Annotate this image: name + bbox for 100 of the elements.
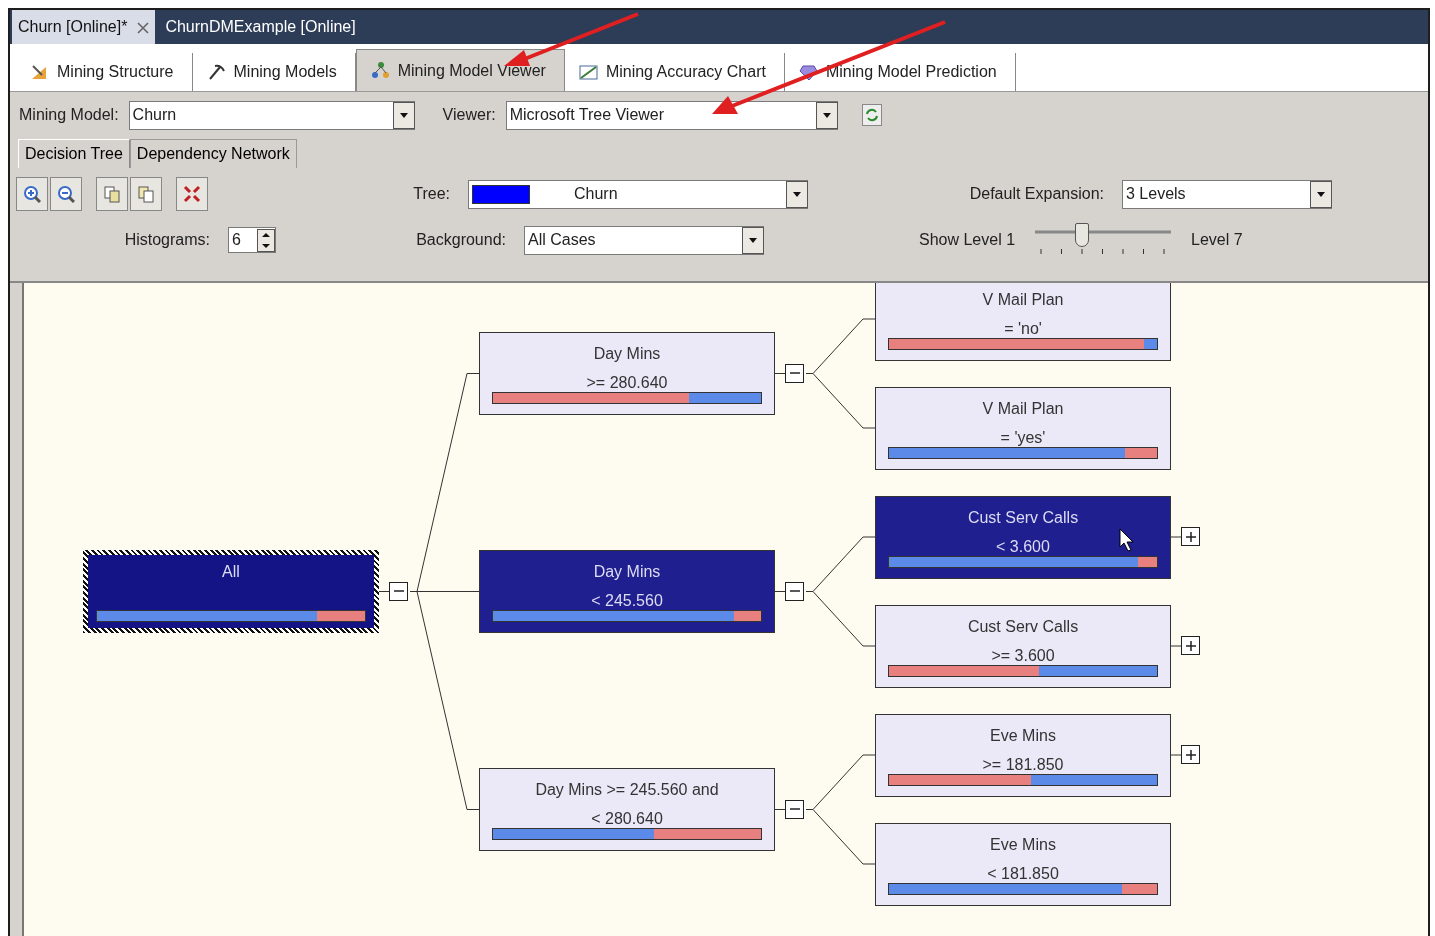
zoom-out-icon [57,185,75,203]
chart-icon [30,62,49,82]
tree-node[interactable]: Day Mins >= 280.640 [479,332,775,415]
expand-button[interactable] [1181,527,1200,546]
fit-button[interactable] [176,177,208,211]
dropdown-button[interactable] [1310,180,1332,208]
refresh-button[interactable] [861,104,882,126]
caret-icon [397,110,410,120]
field-label: Viewer: [442,105,496,125]
node-label: < 3.600 [996,536,1050,557]
viewer-dropdown[interactable]: Microsoft Tree Viewer [505,100,838,130]
node-label: >= 280.640 [586,373,668,393]
tree-node[interactable]: Eve Mins >= 181.850 [875,713,1171,797]
document-tab[interactable]: Churn [Online]* [12,10,156,44]
connector-line [1170,754,1182,756]
fit-icon [183,185,201,203]
node-label: Cust Serv Calls [967,616,1079,637]
view-tab[interactable]: Decision Tree [18,139,130,168]
connector-line [378,591,390,592]
tree-dropdown[interactable]: Churn [468,179,808,209]
collapse-button[interactable] [785,581,804,601]
designer-tab[interactable]: Mining Model Viewer [355,49,565,91]
field-label: Show Level 1 [919,230,1016,250]
slider-thumb[interactable] [1074,223,1089,247]
node-label: Day Mins [593,344,661,364]
zoom-in-icon [23,185,41,203]
spin-icon [257,228,275,252]
node-label: >= 181.850 [982,754,1064,775]
node-label: Cust Serv Calls [967,507,1079,528]
designer-tab[interactable]: Mining Models [192,53,356,91]
connector-line [1170,645,1182,647]
caret-icon [820,110,833,120]
tree-node[interactable]: Eve Mins < 181.850 [875,822,1171,906]
field-label: Default Expansion: [968,184,1104,204]
node-label: Day Mins [593,562,661,582]
caret-icon [1315,189,1327,199]
model-dropdown[interactable]: Churn [128,100,415,130]
node-label: V Mail Plan [982,398,1064,419]
tree-node[interactable]: Day Mins >= 245.560 and < 280.640 [479,768,775,851]
tree-node[interactable]: Day Mins < 245.560 [479,550,775,633]
tree-node[interactable]: Cust Serv Calls >= 3.600 [875,604,1171,688]
copy-graph-icon [137,185,155,203]
copy-icon [103,185,121,203]
histogram-spinner[interactable]: 6 [228,227,276,253]
mouse-cursor-icon [1119,528,1135,552]
plus-icon [1183,638,1198,653]
background-dropdown[interactable]: All Cases [524,225,764,255]
node-label: < 280.640 [591,809,663,829]
field-label: Tree: [412,184,450,204]
plus-icon [1183,529,1198,544]
node-label: < 181.850 [987,863,1059,884]
copy-button[interactable] [96,177,128,211]
dropdown-button[interactable] [815,101,838,129]
field-label: Background: [415,230,506,250]
expansion-dropdown[interactable]: 3 Levels [1122,179,1332,209]
document-tab[interactable]: ChurnDMExample [Online] [159,10,362,44]
zoom-out-button[interactable] [50,177,82,211]
connector-line [805,591,876,647]
connector-line [774,809,786,810]
node-label: All [222,562,240,582]
line-chart-icon [578,62,598,82]
dropdown-button[interactable] [392,101,415,129]
connector-line [805,809,876,865]
network-icon [370,61,390,80]
tree-node[interactable]: V Mail Plan = 'no' [875,283,1171,361]
field-label: Level 7 [1191,230,1243,250]
node-label: < 245.560 [591,591,663,611]
caret-icon [747,235,759,245]
designer-tab[interactable]: Mining Structure [16,53,193,91]
connector-line [805,373,876,429]
collapse-button[interactable] [785,363,804,383]
connector-line [1170,536,1182,538]
refresh-icon [863,106,880,124]
designer-tab[interactable]: Mining Accuracy Chart [564,53,785,91]
caret-icon [791,189,803,199]
node-label: >= 3.600 [991,645,1055,666]
node-label: Eve Mins [990,834,1056,855]
gem-icon [798,62,818,82]
collapse-button[interactable] [785,799,804,819]
dropdown-button[interactable] [786,180,808,208]
tree-node[interactable]: Cust Serv Calls < 3.600 [875,495,1171,579]
plus-icon [1183,747,1198,762]
node-label: V Mail Plan [982,289,1064,310]
field-label: Histograms: [123,230,210,250]
tree-node[interactable]: V Mail Plan = 'yes' [875,386,1171,470]
zoom-in-button[interactable] [16,177,48,211]
node-label: = 'no' [1004,318,1042,339]
expand-button[interactable] [1181,745,1200,764]
node-label: Eve Mins [990,725,1056,746]
close-icon [137,21,150,34]
pickaxe-icon [206,62,226,82]
expand-button[interactable] [1181,636,1200,655]
collapse-button[interactable] [389,581,408,601]
connector-line [774,373,786,374]
dropdown-button[interactable] [742,226,764,254]
level-slider[interactable] [1033,223,1174,257]
view-tab[interactable]: Dependency Network [129,139,297,168]
node-label: Day Mins >= 245.560 and [535,780,719,800]
field-label: Mining Model: [19,105,119,125]
copy-graph-button[interactable] [130,177,162,211]
